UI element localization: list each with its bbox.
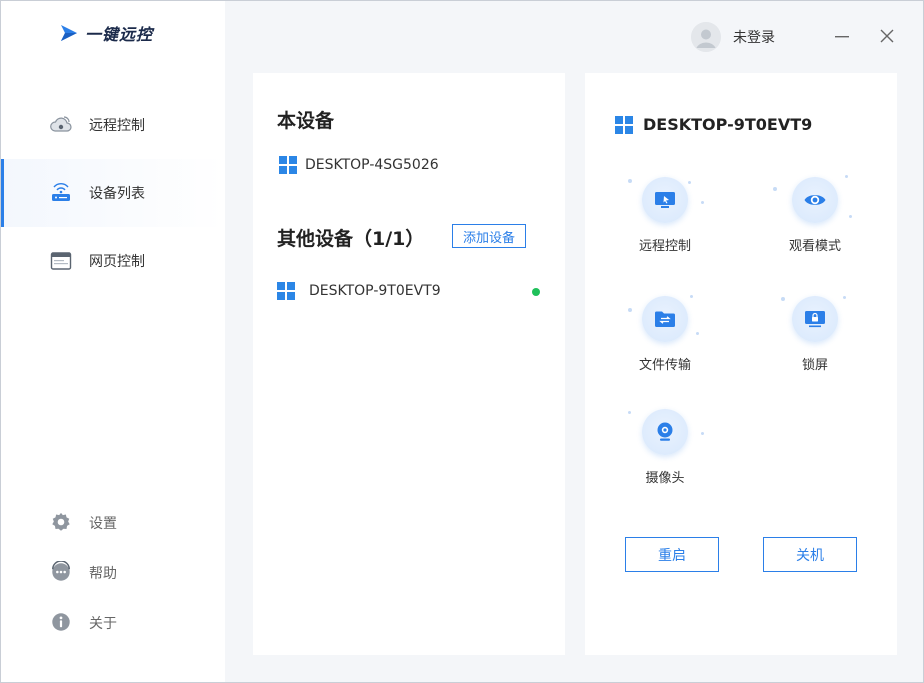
app-window: 一键远控 远程控制 设备列表 xyxy=(0,0,924,683)
action-icon-circle xyxy=(792,296,838,342)
sidebar-about[interactable]: 关于 xyxy=(1,605,225,637)
info-icon xyxy=(50,611,72,633)
sidebar: 一键远控 远程控制 设备列表 xyxy=(1,1,225,682)
windows-icon xyxy=(277,282,295,300)
shutdown-button[interactable]: 关机 xyxy=(763,537,857,572)
gear-icon xyxy=(50,511,72,533)
device-list-icon xyxy=(49,181,73,205)
windows-icon xyxy=(615,116,633,134)
action-label: 观看模式 xyxy=(755,235,875,254)
other-devices-title: 其他设备（1/1） xyxy=(277,224,424,251)
this-device-row: DESKTOP-4SG5026 xyxy=(279,156,439,174)
minimize-icon[interactable] xyxy=(831,25,853,47)
action-label: 锁屏 xyxy=(755,354,875,373)
sidebar-item-label: 设备列表 xyxy=(89,183,145,203)
sidebar-item-device-list[interactable]: 设备列表 xyxy=(1,159,225,227)
device-detail-title: DESKTOP-9T0EVT9 xyxy=(643,115,812,134)
avatar xyxy=(691,22,721,52)
action-lock-screen[interactable]: 锁屏 xyxy=(755,296,875,386)
login-status: 未登录 xyxy=(733,27,775,47)
this-device-name: DESKTOP-4SG5026 xyxy=(305,157,439,173)
user-login[interactable]: 未登录 xyxy=(691,22,775,52)
lock-screen-icon xyxy=(803,307,827,331)
help-label: 帮助 xyxy=(89,563,117,583)
action-icon-circle xyxy=(792,177,838,223)
cloud-remote-icon xyxy=(49,113,73,137)
device-detail-panel: DESKTOP-9T0EVT9 远程控制 xyxy=(585,73,897,655)
device-detail-header: DESKTOP-9T0EVT9 xyxy=(615,115,812,134)
sidebar-item-remote-control[interactable]: 远程控制 xyxy=(1,91,225,159)
folder-transfer-icon xyxy=(653,307,677,331)
action-icon-circle xyxy=(642,296,688,342)
action-file-transfer[interactable]: 文件传输 xyxy=(605,296,725,386)
close-icon[interactable] xyxy=(876,25,898,47)
chat-help-icon xyxy=(50,561,72,583)
sidebar-item-label: 网页控制 xyxy=(89,251,145,271)
action-watch-mode[interactable]: 观看模式 xyxy=(755,177,875,267)
browser-window-icon xyxy=(49,249,73,273)
action-icon-circle xyxy=(642,409,688,455)
about-label: 关于 xyxy=(89,613,117,633)
online-status-dot xyxy=(532,288,540,296)
app-logo-icon xyxy=(57,21,81,45)
action-camera[interactable]: 摄像头 xyxy=(605,409,725,499)
sidebar-settings[interactable]: 设置 xyxy=(1,505,225,537)
eye-icon xyxy=(803,188,827,212)
device-list-panel: 本设备 DESKTOP-4SG5026 其他设备（1/1） 添加设备 DESKT… xyxy=(253,73,565,655)
action-label: 摄像头 xyxy=(605,467,725,486)
action-label: 文件传输 xyxy=(605,354,725,373)
action-icon-circle xyxy=(642,177,688,223)
windows-icon xyxy=(279,156,297,174)
sidebar-item-web-control[interactable]: 网页控制 xyxy=(1,227,225,295)
app-name: 一键远控 xyxy=(85,21,153,45)
add-device-button[interactable]: 添加设备 xyxy=(452,224,526,248)
action-remote-control[interactable]: 远程控制 xyxy=(605,177,725,267)
webcam-icon xyxy=(653,420,677,444)
brand: 一键远控 xyxy=(57,21,153,45)
this-device-title: 本设备 xyxy=(277,106,334,133)
settings-label: 设置 xyxy=(89,513,117,533)
sidebar-item-label: 远程控制 xyxy=(89,115,145,135)
remote-screen-icon xyxy=(653,188,677,212)
list-item[interactable]: DESKTOP-9T0EVT9 xyxy=(277,282,547,300)
other-device-name: DESKTOP-9T0EVT9 xyxy=(309,283,441,299)
restart-button[interactable]: 重启 xyxy=(625,537,719,572)
sidebar-help[interactable]: 帮助 xyxy=(1,555,225,587)
user-avatar-icon xyxy=(691,22,721,52)
action-label: 远程控制 xyxy=(605,235,725,254)
